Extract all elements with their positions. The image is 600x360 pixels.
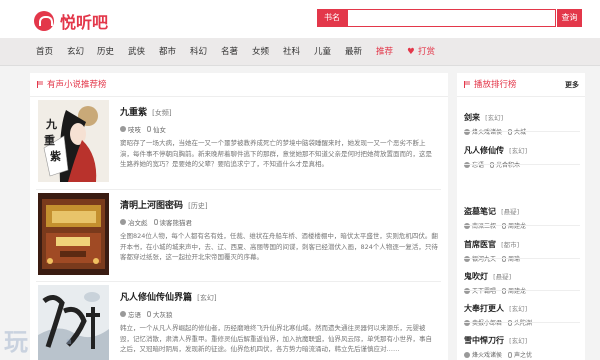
nav-home[interactable]: 首页 — [36, 38, 53, 66]
nav-city[interactable]: 都市 — [159, 38, 176, 66]
nav-xuanhuan[interactable]: 玄幻 — [67, 38, 84, 66]
more-link[interactable]: 更多 — [565, 73, 579, 97]
ranking-title-text: 播放排行榜 — [474, 80, 517, 90]
svg-text:紫: 紫 — [50, 149, 61, 163]
book-narrator[interactable]: 仙女 — [153, 124, 166, 134]
book-title[interactable]: 九重紫 [女频] — [120, 100, 438, 119]
mic-icon — [508, 351, 513, 358]
rank-tag: [悬疑] — [501, 208, 520, 216]
book-title[interactable]: 凡人修仙传仙界篇 [玄幻] — [120, 285, 438, 304]
book-cover[interactable]: 九 重 紫 — [38, 100, 109, 182]
book-description: 韩立，一个从凡人界崛起的修仙者，历经磨难终飞升仙界北寒仙域。然而遗失通往灵器何以… — [120, 324, 432, 353]
nav-reward[interactable]: 打赏 — [418, 38, 435, 66]
book-description: 窦昭存了一场大病，当她在一又一个噩梦被教养成死亡的梦境中脑袋睡醒来时，她发现一又… — [120, 139, 432, 168]
mic-icon — [153, 219, 158, 225]
recommend-title-text: 有声小说推荐榜 — [47, 80, 107, 90]
site-header: 悦听吧 书名 查询 — [0, 0, 600, 38]
author-icon — [120, 126, 126, 132]
nav-female[interactable]: 女频 — [252, 38, 269, 66]
site-logo[interactable]: 悦听吧 — [34, 9, 108, 33]
book-item: 清明上河图密码 [历史] 冶文彪 读客熊猫君 全图824位人物，每个人都有名有姓… — [36, 193, 441, 275]
reward-icon: ♥ — [407, 47, 415, 57]
flag-icon — [464, 81, 471, 88]
book-item: 九 重 紫 九重紫 [女频] 吱吱 仙女 窦昭存了一场大病，当她在一又一个噩梦被… — [36, 100, 441, 182]
book-meta: 冶文彪 读客熊猫君 — [120, 217, 438, 227]
book-title-text[interactable]: 凡人修仙传仙界篇 — [120, 293, 192, 303]
book-title-text[interactable]: 九重紫 — [120, 108, 147, 118]
divider — [464, 290, 580, 291]
book-item: 凡人修仙传仙界篇 [玄幻] 忘语 大灰狼 韩立，一个从凡人界崛起的修仙者，历经磨… — [36, 285, 441, 360]
rank-tag: [玄幻] — [509, 147, 528, 155]
rank-tag: [悬疑] — [493, 273, 512, 281]
nav-social[interactable]: 社科 — [283, 38, 300, 66]
svg-text:重: 重 — [44, 133, 55, 147]
rank-title[interactable]: 首席医官 — [464, 240, 496, 249]
book-tag: [玄幻] — [197, 294, 217, 302]
divider — [464, 322, 580, 323]
book-description: 全图824位人物，每个人都有名有姓，任裁、维状在舟船车桥、酒楼楼棚中，暗伏太平盛… — [120, 232, 438, 261]
search-bar: 书名 查询 — [317, 9, 582, 27]
divider — [464, 131, 580, 132]
rank-tag: [玄幻] — [509, 337, 528, 345]
nav-recommend[interactable]: 推荐 — [376, 38, 393, 66]
nav-history[interactable]: 历史 — [97, 38, 114, 66]
author-icon — [120, 219, 126, 225]
book-tag: [历史] — [188, 202, 208, 210]
rank-item[interactable]: 雪中悍刀行 [玄幻] 烽火戏诸侯 声之优 — [464, 328, 580, 359]
mic-icon — [147, 126, 151, 132]
book-meta: 忘语 大灰狼 — [120, 309, 438, 319]
nav-children[interactable]: 儿童 — [314, 38, 331, 66]
main-nav: 首页 玄幻 历史 武侠 都市 科幻 名著 女频 社科 儿童 最新 推荐 ♥ 打赏 — [0, 38, 600, 66]
book-cover[interactable] — [38, 193, 109, 275]
divider — [464, 164, 580, 165]
rank-tag: [玄幻] — [509, 305, 528, 313]
search-input[interactable] — [347, 9, 556, 27]
ranking-section-title: 播放排行榜 更多 — [457, 73, 585, 97]
book-narrator[interactable]: 读客熊猫君 — [160, 217, 193, 227]
divider — [464, 225, 580, 226]
recommend-panel: 有声小说推荐榜 九 重 紫 九重紫 [女频] 吱吱 仙女 窦昭存了一场大病，当她… — [30, 73, 448, 360]
site-name: 悦听吧 — [60, 13, 109, 32]
svg-text:九: 九 — [45, 117, 57, 131]
book-narrator[interactable]: 大灰狼 — [153, 309, 173, 319]
rank-title[interactable]: 大奉打更人 — [464, 304, 504, 313]
recommend-section-title: 有声小说推荐榜 — [30, 73, 448, 97]
nav-wuxia[interactable]: 武侠 — [128, 38, 145, 66]
headphones-icon — [34, 11, 54, 31]
divider — [36, 281, 441, 282]
mic-icon — [147, 311, 151, 317]
book-author[interactable]: 吱吱 — [128, 124, 141, 134]
search-type-select[interactable]: 书名 — [317, 9, 347, 27]
book-title[interactable]: 清明上河图密码 [历史] — [120, 193, 438, 212]
divider — [464, 258, 580, 259]
book-author[interactable]: 忘语 — [128, 309, 141, 319]
book-author[interactable]: 冶文彪 — [128, 217, 148, 227]
divider — [36, 189, 441, 190]
rank-tag: [都市] — [501, 241, 520, 249]
rank-tag: [玄幻] — [485, 114, 504, 122]
watermark: 玩 · — [4, 328, 88, 356]
rank-title[interactable]: 凡人修仙传 — [464, 146, 504, 155]
rank-title[interactable]: 雪中悍刀行 — [464, 336, 504, 345]
flag-icon — [37, 81, 44, 88]
nav-scifi[interactable]: 科幻 — [190, 38, 207, 66]
book-meta: 吱吱 仙女 — [120, 124, 438, 134]
ranking-panel: 播放排行榜 更多 剑来 [玄幻] 烽火戏诸侯 大城 凡人修仙传 [玄幻] 忘语 光合… — [457, 73, 585, 360]
rank-author[interactable]: 烽火戏诸侯 — [472, 350, 502, 359]
rank-narrator[interactable]: 声之优 — [514, 350, 532, 359]
rank-title[interactable]: 盗墓笔记 — [464, 207, 496, 216]
rank-title[interactable]: 剑来 — [464, 113, 480, 122]
book-title-text[interactable]: 清明上河图密码 — [120, 201, 183, 211]
search-button[interactable]: 查询 — [557, 9, 582, 27]
book-tag: [女频] — [152, 109, 172, 117]
author-icon — [464, 351, 470, 358]
author-icon — [120, 311, 126, 317]
nav-latest[interactable]: 最新 — [345, 38, 362, 66]
nav-classics[interactable]: 名著 — [221, 38, 238, 66]
rank-title[interactable]: 鬼吹灯 — [464, 272, 488, 281]
